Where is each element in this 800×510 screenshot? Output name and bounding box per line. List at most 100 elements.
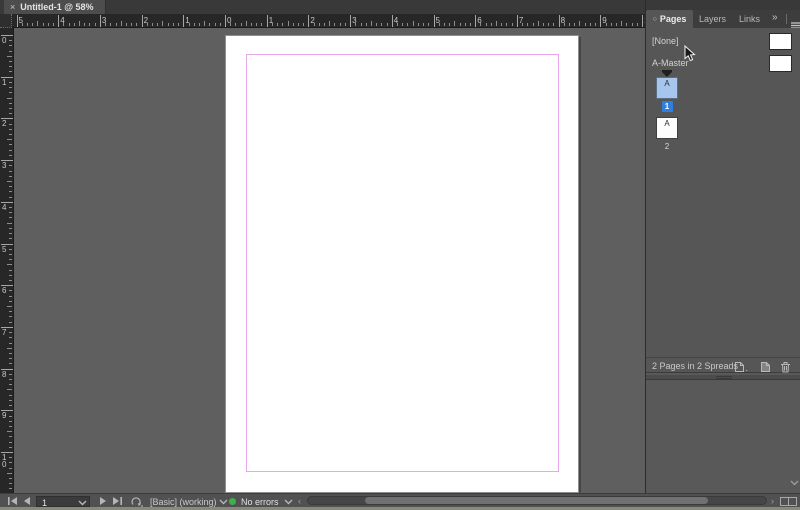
previous-page-button[interactable] xyxy=(23,497,31,505)
horizontal-scrollbar-thumb[interactable] xyxy=(365,497,708,504)
ruler-minor-tick xyxy=(9,488,12,489)
ruler-major-tick xyxy=(142,15,143,27)
master-prefix-label: A xyxy=(657,119,677,128)
ruler-major-tick xyxy=(475,15,476,27)
preflight-status-label[interactable]: No errors xyxy=(241,497,279,507)
master-page-thumbnail[interactable] xyxy=(769,33,792,50)
page-thumbnail[interactable]: A xyxy=(656,117,678,139)
ruler-minor-tick xyxy=(381,23,382,26)
pages-panel-footer: 2 Pages in 2 Spreads xyxy=(646,357,800,373)
ruler-label: 10 xyxy=(2,454,6,468)
close-icon[interactable]: × xyxy=(10,3,15,12)
master-page-row[interactable]: [None] xyxy=(646,30,800,52)
collapse-panels-button[interactable]: » xyxy=(772,12,778,23)
document-tab[interactable]: × Untitled-1 @ 58% xyxy=(4,0,106,14)
ruler-minor-tick xyxy=(9,176,12,177)
ruler-minor-tick xyxy=(9,259,12,260)
ruler-major-tick xyxy=(267,15,268,27)
ruler-minor-tick xyxy=(9,87,12,88)
ruler-major-tick xyxy=(225,15,226,27)
ruler-minor-tick xyxy=(9,483,12,484)
page-number-dropdown-icon[interactable] xyxy=(78,500,87,506)
panel-tab-separator xyxy=(786,14,787,24)
ruler-minor-tick xyxy=(9,395,12,396)
ruler-minor-tick xyxy=(361,23,362,26)
preflight-profile-dropdown-icon[interactable] xyxy=(219,499,228,505)
horizontal-ruler[interactable]: 54321012345678910 xyxy=(12,14,645,28)
page-number-label[interactable]: 2 xyxy=(665,142,669,151)
ruler-label: 5 xyxy=(2,246,6,253)
page-thumbnail[interactable]: A xyxy=(656,77,678,99)
ruler-minor-tick xyxy=(9,155,12,156)
ruler-minor-tick xyxy=(543,23,544,26)
ruler-minor-tick xyxy=(9,363,12,364)
scroll-left-arrow[interactable]: ‹ xyxy=(298,496,301,506)
ruler-minor-tick xyxy=(590,23,591,26)
pasteboard[interactable] xyxy=(14,28,645,493)
ruler-minor-tick xyxy=(9,129,12,130)
ruler-minor-tick xyxy=(439,23,440,26)
ruler-minor-tick xyxy=(7,306,12,307)
ruler-origin-box[interactable] xyxy=(0,14,12,28)
ruler-minor-tick xyxy=(9,71,12,72)
ruler-minor-tick xyxy=(9,165,12,166)
ruler-minor-tick xyxy=(194,23,195,26)
ruler-label: 0 xyxy=(2,37,6,44)
ruler-major-tick xyxy=(308,15,309,27)
ruler-minor-tick xyxy=(43,23,44,26)
ruler-minor-tick xyxy=(293,23,294,26)
preflight-status-dropdown-icon[interactable] xyxy=(284,499,293,505)
vertical-ruler[interactable]: 012345678910 xyxy=(0,28,14,493)
ruler-minor-tick xyxy=(220,23,221,26)
ruler-minor-tick xyxy=(7,181,12,182)
ruler-minor-tick xyxy=(522,23,523,26)
master-page-thumbnail[interactable] xyxy=(769,55,792,72)
ruler-minor-tick xyxy=(7,139,12,140)
ruler-minor-tick xyxy=(32,23,33,26)
ruler-minor-tick xyxy=(131,23,132,26)
ruler-minor-tick xyxy=(9,311,12,312)
ruler-minor-tick xyxy=(616,23,617,26)
ruler-major-tick xyxy=(517,15,518,27)
ruler-minor-tick xyxy=(303,23,304,26)
split-view-icon[interactable] xyxy=(780,497,797,506)
ruler-minor-tick xyxy=(454,21,455,26)
panel-tab-pages[interactable]: ○Pages xyxy=(646,10,693,28)
preflight-refresh-icon[interactable] xyxy=(130,496,143,507)
ruler-minor-tick xyxy=(595,23,596,26)
document-pages-list: A 1 A 2 xyxy=(656,68,678,151)
last-page-button[interactable] xyxy=(112,497,122,505)
ruler-minor-tick xyxy=(470,23,471,26)
ruler-minor-tick xyxy=(126,23,127,26)
preflight-profile-label[interactable]: [Basic] (working) xyxy=(150,497,217,507)
ruler-minor-tick xyxy=(444,23,445,26)
panel-dock-strip xyxy=(646,0,800,10)
ruler-minor-tick xyxy=(162,21,163,26)
panel-tab-label: Links xyxy=(739,14,760,24)
panel-resize-gripper[interactable] xyxy=(646,375,800,380)
scroll-right-arrow[interactable]: › xyxy=(771,496,774,506)
ruler-minor-tick xyxy=(418,23,419,26)
horizontal-scrollbar[interactable] xyxy=(307,496,767,505)
document-page[interactable] xyxy=(225,35,579,493)
ruler-major-tick xyxy=(58,15,59,27)
ruler-minor-tick xyxy=(334,23,335,26)
ruler-minor-tick xyxy=(9,296,12,297)
page-number-field[interactable]: 1 xyxy=(36,496,90,507)
panel-tab-layers[interactable]: Layers xyxy=(693,10,732,28)
next-page-button[interactable] xyxy=(99,497,107,505)
ruler-minor-tick xyxy=(569,23,570,26)
panel-tab-links[interactable]: Links xyxy=(732,10,767,28)
ruler-minor-tick xyxy=(9,108,12,109)
page-number-badge[interactable]: 1 xyxy=(662,101,673,112)
page-number-value[interactable]: 1 xyxy=(42,498,47,508)
ruler-label: 8 xyxy=(2,371,6,378)
ruler-minor-tick xyxy=(329,21,330,26)
ruler-minor-tick xyxy=(215,23,216,26)
ruler-minor-tick xyxy=(7,223,12,224)
ruler-minor-tick xyxy=(74,23,75,26)
scroll-down-arrow[interactable] xyxy=(790,473,799,491)
first-page-button[interactable] xyxy=(8,497,18,505)
ruler-label: 3 xyxy=(2,162,6,169)
ruler-minor-tick xyxy=(27,23,28,26)
